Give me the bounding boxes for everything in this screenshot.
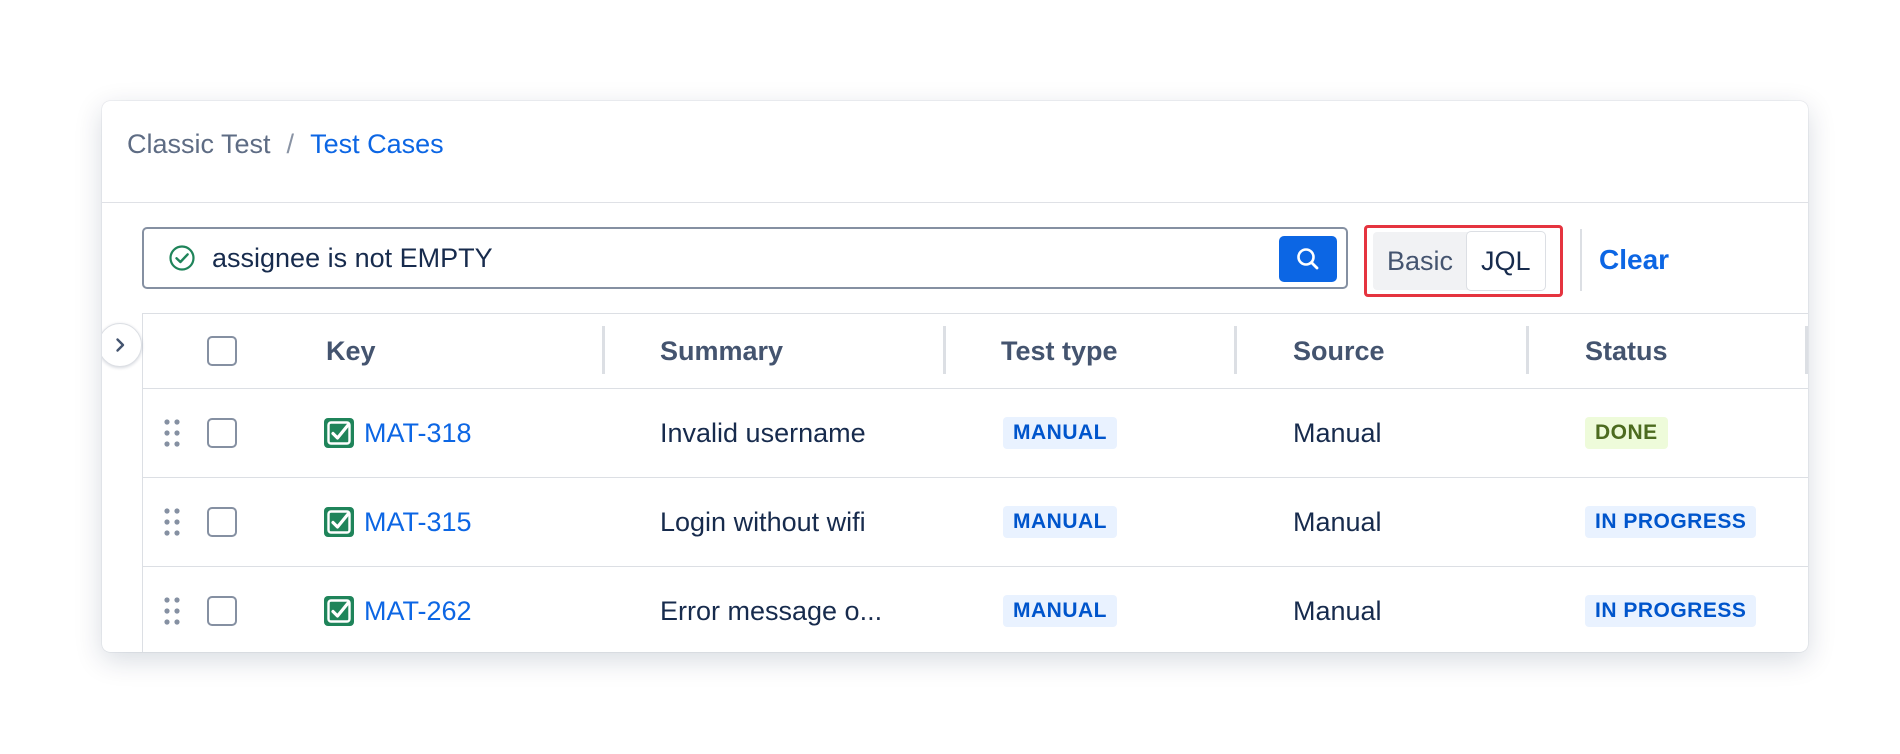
test-type-badge: MANUAL — [1003, 595, 1117, 627]
breadcrumb-separator: / — [286, 129, 295, 159]
key-cell: MAT-318 — [323, 389, 472, 477]
column-resizer[interactable] — [1526, 326, 1529, 374]
status-cell: IN PROGRESS — [1585, 478, 1757, 566]
select-all-checkbox[interactable] — [207, 336, 237, 366]
row-select-cell — [207, 567, 237, 652]
search-button[interactable] — [1279, 236, 1337, 282]
drag-handle-icon[interactable] — [163, 389, 181, 477]
expand-sidebar-button[interactable] — [102, 323, 142, 367]
row-select-cell — [207, 478, 237, 566]
test-case-icon — [324, 596, 354, 626]
column-resizer[interactable] — [1805, 326, 1808, 374]
test-case-icon — [324, 418, 354, 448]
status-badge: IN PROGRESS — [1585, 595, 1757, 627]
table-row[interactable]: MAT-262 Error message o... MANUAL Manual… — [143, 567, 1808, 652]
test-cases-table: Key Summary Test type Source Status MAT-… — [142, 313, 1808, 652]
chevron-right-icon — [116, 338, 125, 352]
issue-key-link[interactable]: MAT-315 — [364, 507, 472, 538]
row-select-cell — [207, 389, 237, 477]
column-header-key[interactable]: Key — [326, 314, 376, 388]
row-checkbox[interactable] — [207, 507, 237, 537]
summary-cell: Error message o... — [660, 595, 883, 626]
summary-cell: Login without wifi — [660, 506, 866, 537]
drag-handle-icon[interactable] — [163, 567, 181, 652]
breadcrumb: Classic Test / Test Cases — [127, 129, 444, 160]
search-mode-toggle: Basic JQL — [1364, 225, 1563, 297]
test-type-cell: MANUAL — [1003, 478, 1117, 566]
issue-key-link[interactable]: MAT-262 — [364, 596, 472, 627]
check-circle-icon — [169, 245, 195, 271]
source-cell: Manual — [1293, 417, 1382, 448]
key-cell: MAT-315 — [323, 478, 472, 566]
key-cell: MAT-262 — [323, 567, 472, 652]
clear-button[interactable]: Clear — [1599, 244, 1669, 276]
drag-handle-icon[interactable] — [163, 478, 181, 566]
breadcrumb-parent[interactable]: Classic Test — [127, 129, 271, 160]
jql-search-input[interactable]: assignee is not EMPTY — [142, 227, 1348, 289]
test-type-badge: MANUAL — [1003, 506, 1117, 538]
search-icon — [1297, 248, 1319, 270]
basic-mode-button[interactable]: Basic — [1373, 232, 1467, 290]
status-badge: DONE — [1585, 417, 1668, 449]
table-header-row: Key Summary Test type Source Status — [143, 314, 1808, 389]
status-cell: DONE — [1585, 389, 1668, 477]
test-type-cell: MANUAL — [1003, 567, 1117, 652]
status-badge: IN PROGRESS — [1585, 506, 1757, 538]
mode-toggle-track: Basic JQL — [1373, 232, 1545, 290]
header-divider — [102, 202, 1808, 203]
column-header-summary[interactable]: Summary — [660, 314, 783, 388]
issue-key-link[interactable]: MAT-318 — [364, 418, 472, 449]
toolbar-divider — [1580, 229, 1582, 291]
test-type-badge: MANUAL — [1003, 417, 1117, 449]
source-cell: Manual — [1293, 595, 1382, 626]
status-cell: IN PROGRESS — [1585, 567, 1757, 652]
column-header-source[interactable]: Source — [1293, 314, 1385, 388]
test-case-icon — [324, 507, 354, 537]
breadcrumb-current[interactable]: Test Cases — [310, 129, 444, 160]
select-all-cell — [207, 314, 237, 388]
column-header-status[interactable]: Status — [1585, 314, 1668, 388]
column-header-test-type[interactable]: Test type — [1001, 314, 1118, 388]
jql-query-text[interactable]: assignee is not EMPTY — [212, 243, 1346, 274]
test-cases-panel: Classic Test / Test Cases assignee is no… — [102, 101, 1808, 652]
table-row[interactable]: MAT-318 Invalid username MANUAL Manual D… — [143, 389, 1808, 478]
column-resizer[interactable] — [602, 326, 605, 374]
test-type-cell: MANUAL — [1003, 389, 1117, 477]
column-resizer[interactable] — [1234, 326, 1237, 374]
source-cell: Manual — [1293, 506, 1382, 537]
row-checkbox[interactable] — [207, 596, 237, 626]
column-resizer[interactable] — [943, 326, 946, 374]
table-row[interactable]: MAT-315 Login without wifi MANUAL Manual… — [143, 478, 1808, 567]
jql-mode-button[interactable]: JQL — [1467, 232, 1545, 290]
summary-cell: Invalid username — [660, 417, 866, 448]
row-checkbox[interactable] — [207, 418, 237, 448]
